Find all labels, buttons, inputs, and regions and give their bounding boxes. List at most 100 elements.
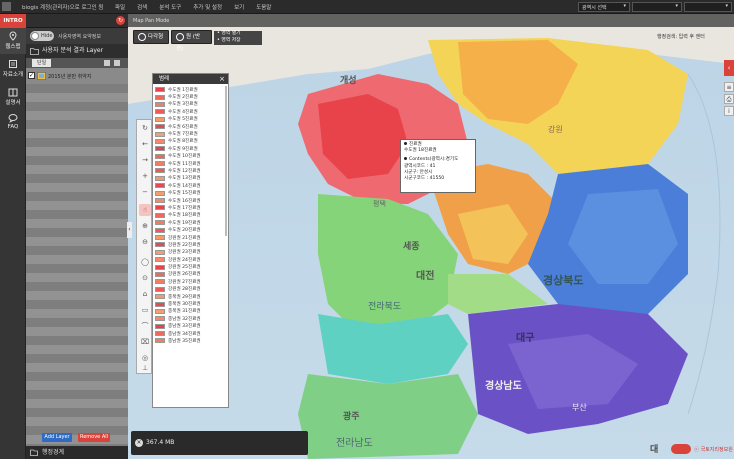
home-icon[interactable]: ⌂: [139, 288, 151, 300]
info-icon[interactable]: i: [724, 106, 734, 116]
menu-file[interactable]: 파일: [115, 3, 125, 11]
close-icon[interactable]: ×: [219, 74, 225, 84]
legend-swatch: [155, 212, 165, 218]
circle-select-icon[interactable]: ◯: [139, 256, 151, 268]
back-arrow-icon[interactable]: ←: [139, 138, 151, 150]
tooltip-line: 진료권: [409, 142, 422, 147]
intro-bar: INTRO ↻: [0, 14, 128, 28]
menu-search[interactable]: 검색: [137, 3, 147, 11]
legend-label: 수도권 17진료권: [168, 205, 201, 211]
pan-hand-icon[interactable]: ☝: [139, 204, 151, 216]
edit-icon[interactable]: [104, 60, 110, 66]
admin-boundary-section[interactable]: 행정경계: [26, 446, 128, 459]
zoom-in-icon[interactable]: +: [139, 170, 151, 182]
legend-swatch: [155, 146, 165, 152]
app-logo-icon: [2, 2, 11, 11]
app-window: biogis 계정(관리자)으로 로그인 됨 파일 검색 분석 도구 추가 및 …: [0, 0, 734, 459]
legend-swatch: [155, 257, 165, 263]
zoom-out-icon[interactable]: −: [139, 186, 151, 198]
zoom-out-box-icon[interactable]: ⊖: [139, 236, 151, 248]
district-select[interactable]: ▾: [632, 2, 682, 12]
legend-label: 강원권 27진료권: [168, 279, 201, 285]
layer-checkbox[interactable]: ✓: [28, 72, 35, 79]
legend-scrollbar[interactable]: [225, 86, 227, 236]
legend-swatch: [155, 138, 165, 144]
legend-swatch: [155, 87, 165, 93]
legend-item: 수도권 3진료권: [155, 101, 228, 108]
legend-item: 강원권 22진료권: [155, 241, 228, 248]
tooltip-line: 수도권 18진료권: [404, 148, 437, 154]
settings-icon[interactable]: [114, 60, 120, 66]
legend-swatch: [155, 220, 165, 226]
close-icon[interactable]: ×: [135, 439, 143, 447]
zoom-in-box-icon[interactable]: ⊕: [139, 220, 151, 232]
legend-item: 충북권 30진료권: [155, 300, 228, 307]
manual-icon: [8, 88, 18, 97]
town-select[interactable]: ▾: [684, 2, 732, 12]
anchor-icon[interactable]: ⊥: [139, 362, 151, 374]
menu-add-settings[interactable]: 추가 및 설정: [193, 3, 222, 11]
remove-all-button[interactable]: Remove All: [78, 433, 110, 442]
clear-icon[interactable]: ⌧: [139, 336, 151, 348]
save-area-item[interactable]: • 영역 저장: [217, 38, 262, 45]
legend-swatch: [155, 227, 165, 233]
legend-swatch: [155, 116, 165, 122]
rectangle-icon[interactable]: ▭: [139, 304, 151, 316]
chevron-down-icon: ▾: [675, 3, 678, 9]
menu-analysis-tools[interactable]: 분석 도구: [159, 3, 181, 11]
nav-item-faq[interactable]: FAQ: [0, 110, 26, 136]
nav-item-manual[interactable]: 설명서: [0, 84, 26, 110]
refresh-icon[interactable]: ↻: [139, 122, 151, 134]
admin-search-hint[interactable]: 행정검색: 입력 후 엔터: [657, 33, 705, 40]
legend-header: 범례 ×: [153, 74, 228, 84]
measure-icon[interactable]: ⌒: [139, 320, 151, 332]
legend-swatch: [155, 161, 165, 167]
legend-item: 충북권 31진료권: [155, 308, 228, 315]
legend-item: 수도권 8진료권: [155, 138, 228, 145]
right-panel-toggle[interactable]: ‹: [724, 60, 734, 76]
city-label: 경상북도: [543, 274, 584, 287]
region-select[interactable]: 광역시 선택 ▾: [578, 2, 630, 12]
forward-arrow-icon[interactable]: →: [139, 154, 151, 166]
legend-item: 수도권 19진료권: [155, 219, 228, 226]
legend-swatch: [155, 338, 165, 344]
add-layer-button[interactable]: Add Layer: [42, 433, 72, 442]
panel-collapse-handle[interactable]: ‹: [127, 222, 132, 238]
legend-label: 충북권 31진료권: [168, 309, 201, 315]
nav-item-map[interactable]: 웹스맵: [0, 28, 26, 54]
nav-item-label: 자료소개: [2, 72, 24, 78]
layer-item[interactable]: ✓ 2015년 분만 취약지: [26, 70, 128, 82]
legend-label: 수도권 20진료권: [168, 228, 201, 234]
refresh-icon[interactable]: ↻: [116, 16, 125, 25]
legend-swatch: [155, 242, 165, 248]
hide-toggle[interactable]: Hide: [30, 31, 54, 41]
legend-swatch: [155, 183, 165, 189]
legend-swatch: [155, 190, 165, 196]
city-label: 강원: [548, 125, 563, 134]
legend-item: 수도권 13진료권: [155, 175, 228, 182]
legend-label: 강원권 28진료권: [168, 287, 201, 293]
target-icon[interactable]: ⊙: [139, 272, 151, 284]
print-icon[interactable]: ⎙: [724, 94, 734, 104]
circle-tool-button[interactable]: 원 (반경): [171, 30, 212, 52]
legend-item: 수도권 2진료권: [155, 93, 228, 100]
tab-single[interactable]: 단일: [32, 59, 52, 67]
city-label: 대전: [416, 271, 435, 282]
legend-item: 강원권 26진료권: [155, 271, 228, 278]
menu-help[interactable]: 도움말: [256, 3, 271, 11]
legend-label: 수도권 10진료권: [168, 154, 201, 160]
legend-item: 강원권 23진료권: [155, 249, 228, 256]
legend-swatch: [155, 168, 165, 174]
intro-button[interactable]: INTRO: [0, 14, 26, 28]
menu-view[interactable]: 보기: [234, 3, 244, 11]
legend-label: 강원권 24진료권: [168, 257, 201, 263]
layers-icon[interactable]: ≡: [724, 82, 734, 92]
legend-label: 수도권 6진료권: [168, 124, 198, 130]
area-menu[interactable]: • 영역 열기 • 영역 저장: [214, 31, 262, 45]
tooltip-line: Contents(광역시:경기도: [409, 157, 459, 163]
legend-label: 수도권 4진료권: [168, 109, 198, 115]
nav-item-data[interactable]: 자료소개: [0, 56, 26, 82]
legend-label: 수도권 8진료권: [168, 139, 198, 145]
city-label: 전라북도: [368, 302, 402, 312]
polygon-tool-button[interactable]: 다각형: [133, 30, 169, 44]
